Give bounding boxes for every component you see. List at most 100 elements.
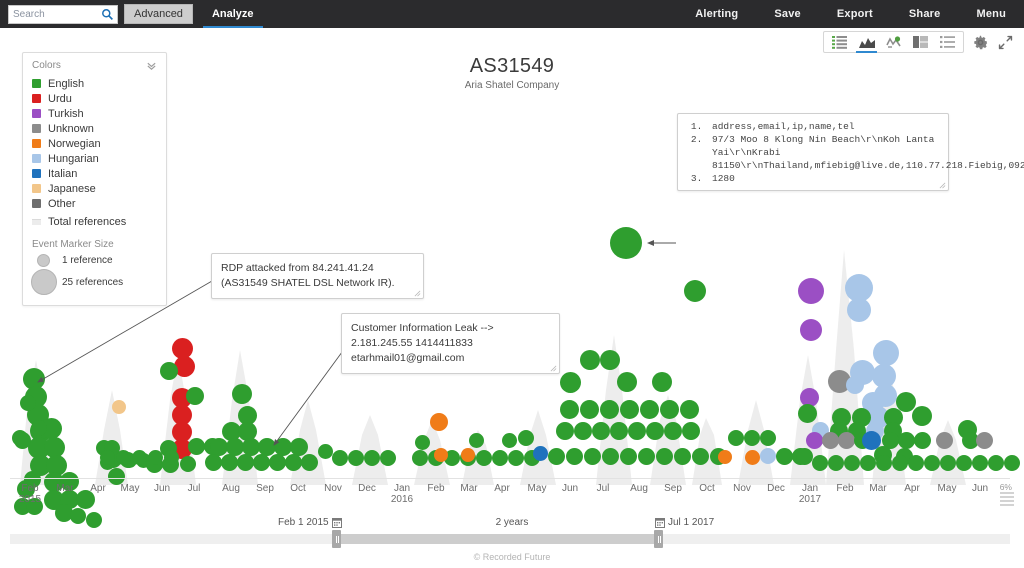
map-view-icon[interactable]	[880, 32, 907, 52]
data-point[interactable]	[674, 448, 691, 465]
data-point[interactable]	[628, 422, 646, 440]
data-point[interactable]	[846, 376, 864, 394]
resize-grip-icon[interactable]	[550, 365, 557, 372]
data-point[interactable]	[646, 422, 664, 440]
data-point[interactable]	[560, 372, 581, 393]
data-point[interactable]	[580, 350, 600, 370]
nav-export[interactable]: Export	[819, 8, 891, 20]
data-point[interactable]	[760, 430, 776, 446]
data-point[interactable]	[348, 450, 364, 466]
data-point[interactable]	[860, 455, 876, 471]
data-point[interactable]	[908, 455, 924, 471]
nav-menu[interactable]: Menu	[958, 8, 1014, 20]
data-point[interactable]	[364, 450, 380, 466]
chevron-down-icon[interactable]	[146, 60, 157, 71]
data-point[interactable]	[610, 422, 628, 440]
data-point-highlighted[interactable]	[610, 227, 642, 259]
search-icon[interactable]	[101, 8, 114, 21]
data-point[interactable]	[221, 454, 238, 471]
data-point[interactable]	[656, 448, 673, 465]
data-point[interactable]	[600, 350, 620, 370]
list-view-icon[interactable]	[826, 32, 853, 52]
range-handle-right[interactable]	[654, 530, 663, 548]
data-point[interactable]	[972, 455, 988, 471]
data-point[interactable]	[556, 422, 574, 440]
gear-icon[interactable]	[972, 34, 989, 51]
data-point[interactable]	[620, 448, 637, 465]
resize-grip-icon[interactable]	[414, 290, 421, 297]
data-point[interactable]	[728, 430, 744, 446]
grid-view-icon[interactable]	[907, 32, 934, 52]
data-point[interactable]	[430, 413, 448, 431]
search-input[interactable]	[9, 6, 97, 23]
data-point[interactable]	[180, 456, 196, 472]
data-point[interactable]	[924, 455, 940, 471]
data-point[interactable]	[664, 422, 682, 440]
data-point[interactable]	[301, 454, 318, 471]
data-point[interactable]	[592, 422, 610, 440]
data-point[interactable]	[620, 400, 639, 419]
expand-icon[interactable]	[997, 34, 1014, 51]
data-point[interactable]	[566, 448, 583, 465]
range-handle-left[interactable]	[332, 530, 341, 548]
data-point[interactable]	[14, 432, 31, 449]
data-point[interactable]	[936, 432, 953, 449]
data-point[interactable]	[518, 430, 534, 446]
data-point[interactable]	[892, 455, 908, 471]
data-point[interactable]	[186, 387, 204, 405]
data-point[interactable]	[415, 435, 430, 450]
data-point[interactable]	[956, 455, 972, 471]
data-point[interactable]	[776, 448, 793, 465]
data-point[interactable]	[502, 433, 517, 448]
data-point[interactable]	[838, 432, 855, 449]
data-point[interactable]	[461, 448, 475, 462]
tab-analyze[interactable]: Analyze	[203, 0, 263, 28]
data-point[interactable]	[164, 450, 179, 465]
data-point[interactable]	[237, 454, 254, 471]
nav-save[interactable]: Save	[756, 8, 819, 20]
data-point[interactable]	[548, 448, 565, 465]
data-point[interactable]	[20, 395, 36, 411]
data-point[interactable]	[492, 450, 508, 466]
data-point[interactable]	[796, 448, 813, 465]
leak-annotation[interactable]: Customer Information Leak --> 2.181.245.…	[341, 313, 560, 374]
data-point[interactable]	[188, 438, 205, 455]
nav-share[interactable]: Share	[891, 8, 959, 20]
data-point[interactable]	[988, 455, 1004, 471]
nav-alerting[interactable]: Alerting	[677, 8, 756, 20]
data-point[interactable]	[31, 420, 47, 436]
data-point[interactable]	[638, 448, 655, 465]
data-point[interactable]	[574, 422, 592, 440]
data-point[interactable]	[508, 450, 524, 466]
data-point[interactable]	[560, 400, 579, 419]
data-point[interactable]	[116, 450, 131, 465]
data-point[interactable]	[680, 400, 699, 419]
data-point[interactable]	[976, 432, 993, 449]
data-point[interactable]	[800, 319, 822, 341]
data-point[interactable]	[692, 448, 709, 465]
data-point[interactable]	[914, 432, 931, 449]
advanced-button[interactable]: Advanced	[124, 4, 193, 24]
data-point[interactable]	[640, 400, 659, 419]
data-point[interactable]	[580, 400, 599, 419]
data-point[interactable]	[434, 448, 448, 462]
data-point[interactable]	[132, 450, 147, 465]
data-point[interactable]	[912, 406, 932, 426]
data-point[interactable]	[584, 448, 601, 465]
data-point[interactable]	[652, 372, 672, 392]
data-point[interactable]	[798, 404, 817, 423]
record-tooltip[interactable]: address,email,ip,name,tel 97/3 Moo 8 Klo…	[677, 113, 949, 191]
data-point[interactable]	[745, 450, 760, 465]
data-point[interactable]	[744, 430, 760, 446]
data-point[interactable]	[682, 422, 700, 440]
data-point[interactable]	[760, 448, 776, 464]
data-point[interactable]	[873, 340, 899, 366]
data-point[interactable]	[112, 400, 126, 414]
data-point[interactable]	[253, 454, 270, 471]
data-point[interactable]	[684, 280, 706, 302]
data-point[interactable]	[847, 298, 871, 322]
chart-view-icon[interactable]	[853, 32, 880, 52]
rdp-annotation[interactable]: RDP attacked from 84.241.41.24 (AS31549 …	[211, 253, 424, 299]
data-point[interactable]	[806, 432, 823, 449]
data-point[interactable]	[232, 384, 252, 404]
